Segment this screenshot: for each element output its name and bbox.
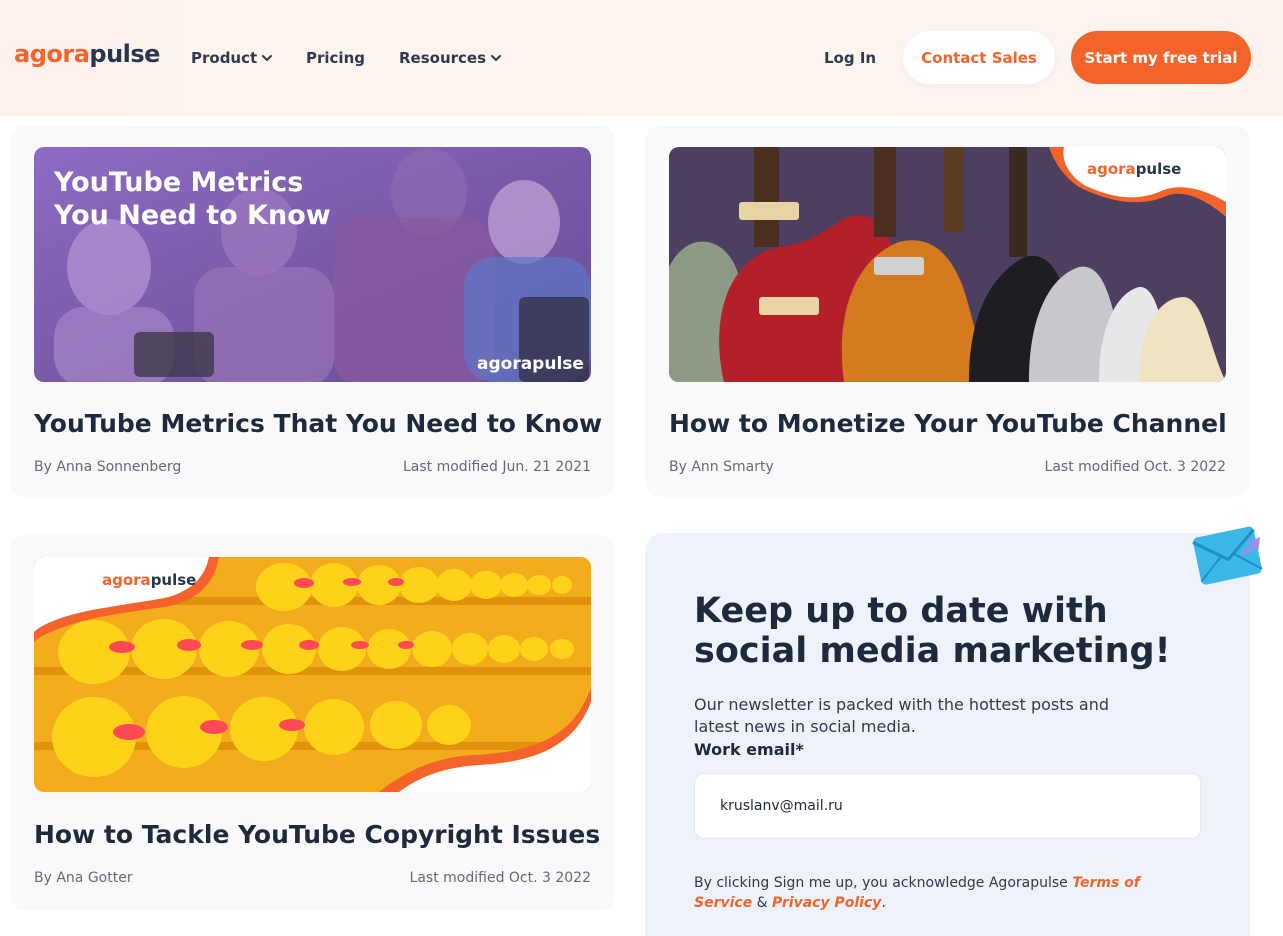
- chevron-down-icon: [262, 55, 273, 61]
- privacy-policy-link[interactable]: Privacy Policy: [772, 895, 881, 911]
- article-card-youtube-metrics[interactable]: YouTube Metrics You Need to Know agorapu…: [10, 125, 615, 497]
- envelope-icon: [1192, 526, 1263, 585]
- login-link[interactable]: Log In: [824, 49, 876, 67]
- article-card-copyright-issues[interactable]: agorapulse How to Tackle YouTube Copyrig…: [10, 535, 615, 911]
- article-title[interactable]: How to Monetize Your YouTube Channel: [669, 409, 1227, 438]
- article-thumbnail[interactable]: agorapulse: [669, 147, 1226, 382]
- email-label: Work email*: [694, 740, 804, 759]
- newsletter-title: Keep up to date with social media market…: [694, 591, 1171, 671]
- article-title[interactable]: How to Tackle YouTube Copyright Issues: [34, 820, 600, 849]
- newsletter-description: Our newsletter is packed with the hottes…: [694, 695, 1110, 736]
- article-author: By Anna Sonnenberg: [34, 459, 182, 475]
- article-author: By Ana Gotter: [34, 870, 133, 886]
- article-card-monetize-youtube[interactable]: agorapulse How to Monetize Your YouTube …: [645, 125, 1250, 497]
- svg-text:You Need to Know: You Need to Know: [53, 200, 331, 231]
- article-title[interactable]: YouTube Metrics That You Need to Know: [34, 409, 602, 438]
- email-field[interactable]: [694, 773, 1201, 839]
- article-thumbnail[interactable]: YouTube Metrics You Need to Know agorapu…: [34, 147, 591, 382]
- nav-pricing[interactable]: Pricing: [306, 49, 365, 67]
- chevron-down-icon: [491, 55, 502, 61]
- start-free-trial-button[interactable]: Start my free trial: [1071, 31, 1251, 84]
- nav-product[interactable]: Product: [191, 49, 273, 67]
- article-thumbnail-image: YouTube Metrics You Need to Know agorapu…: [34, 147, 591, 382]
- article-date: Last modified Oct. 3 2022: [1044, 459, 1226, 475]
- svg-text:agorapulse: agorapulse: [1087, 160, 1181, 178]
- contact-sales-button[interactable]: Contact Sales: [903, 31, 1055, 84]
- article-date: Last modified Jun. 21 2021: [402, 459, 591, 475]
- svg-text:agorapulse: agorapulse: [102, 571, 196, 589]
- article-thumbnail-image: agorapulse: [669, 147, 1226, 382]
- svg-text:YouTube Metrics: YouTube Metrics: [53, 167, 303, 198]
- site-header: agorapulse Product Pricing Resources Log…: [0, 0, 1283, 116]
- nav-resources[interactable]: Resources: [399, 49, 502, 67]
- legal-notice: By clicking Sign me up, you acknowledge …: [694, 875, 1140, 911]
- article-thumbnail[interactable]: agorapulse: [34, 557, 591, 792]
- svg-text:agorapulse: agorapulse: [477, 354, 584, 374]
- agorapulse-logo[interactable]: agorapulse: [14, 40, 160, 68]
- article-thumbnail-image: agorapulse: [34, 557, 591, 792]
- article-author: By Ann Smarty: [669, 459, 774, 475]
- newsletter-signup: Keep up to date with social media market…: [645, 533, 1250, 936]
- article-date: Last modified Oct. 3 2022: [409, 870, 591, 886]
